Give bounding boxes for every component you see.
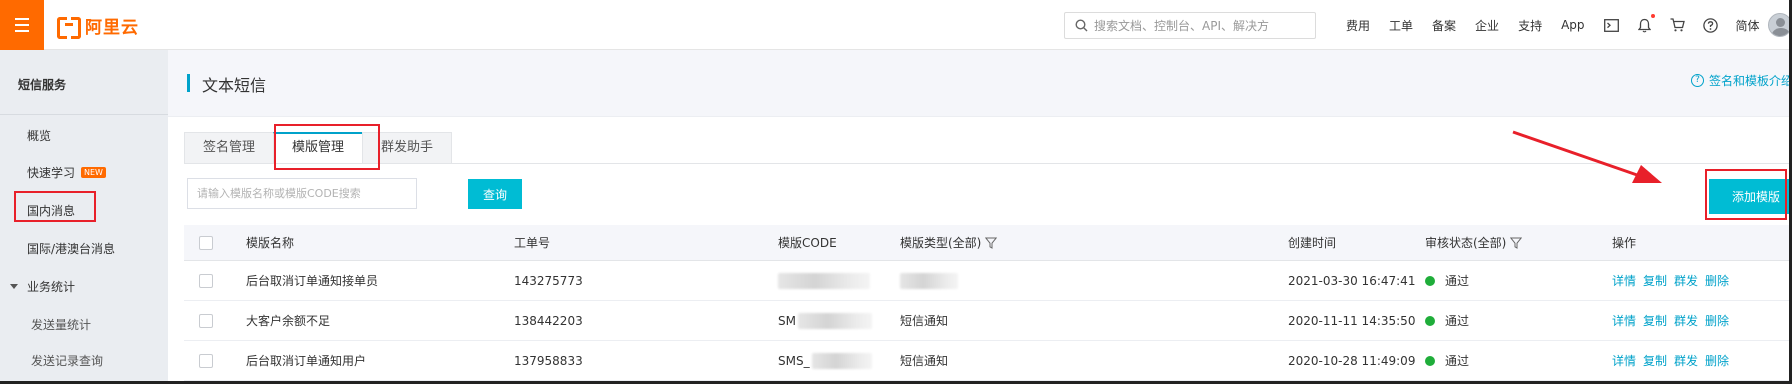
annotation-arrow [1512,130,1662,183]
